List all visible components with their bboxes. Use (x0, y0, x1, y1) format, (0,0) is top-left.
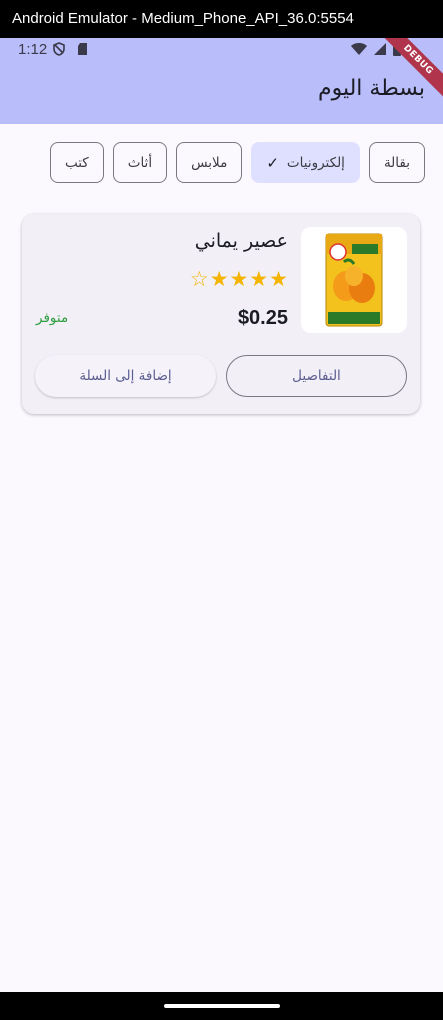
star-filled-icon: ★ (249, 267, 269, 291)
chip-electronics[interactable]: إلكترونيات ✓ (251, 142, 360, 183)
add-to-cart-button[interactable]: إضافة إلى السلة (35, 355, 216, 397)
star-filled-icon: ★ (269, 267, 288, 291)
check-icon: ✓ (266, 153, 279, 172)
category-filter-chips: بقالة إلكترونيات ✓ ملابس أثاث كتب (20, 142, 425, 183)
juice-pack-icon (325, 233, 383, 327)
chip-clothes[interactable]: ملابس (176, 142, 243, 183)
chip-furniture[interactable]: أثاث (112, 142, 168, 183)
product-image (301, 227, 407, 333)
chip-label: أثاث (127, 154, 153, 171)
details-button-label: التفاصيل (292, 368, 341, 384)
rating-stars: ★ ★ ★ ★ ☆ (190, 267, 288, 291)
stock-status: متوفر (36, 310, 69, 326)
window-title: Android Emulator - Medium_Phone_API_36.0… (0, 0, 443, 38)
battery-icon (393, 43, 401, 56)
chip-grocery[interactable]: بقالة (368, 142, 425, 183)
product-card[interactable]: عصير يماني ★ ★ ★ ★ ☆ $0.25 متوفر التفاصيل إض… (22, 214, 420, 414)
product-price: $0.25 (237, 307, 288, 329)
chip-books[interactable]: كتب (49, 142, 104, 183)
app-bar: بسطة اليوم (0, 62, 443, 124)
chip-label: كتب (64, 154, 89, 171)
status-time: 1:12 (18, 41, 48, 58)
star-empty-icon: ☆ (189, 267, 209, 291)
status-icons (351, 42, 401, 56)
details-button[interactable]: التفاصيل (226, 355, 407, 397)
chip-label: ملابس (191, 154, 228, 171)
navigation-bar (0, 992, 443, 1020)
signal-icon (374, 43, 386, 55)
shield-icon (53, 42, 65, 56)
star-filled-icon: ★ (229, 267, 249, 291)
home-gesture-handle[interactable] (164, 1004, 280, 1008)
content-area: بقالة إلكترونيات ✓ ملابس أثاث كتب عصير ي… (0, 124, 443, 992)
star-filled-icon: ★ (209, 267, 229, 291)
status-bar: 1:12 (0, 38, 443, 62)
chip-label: إلكترونيات (286, 154, 345, 171)
product-name: عصير يماني (194, 230, 288, 252)
add-to-cart-button-label: إضافة إلى السلة (79, 368, 172, 384)
page-title: بسطة اليوم (317, 76, 425, 101)
wifi-icon (351, 43, 367, 55)
chip-label: بقالة (383, 154, 410, 171)
sd-card-icon (78, 43, 87, 55)
